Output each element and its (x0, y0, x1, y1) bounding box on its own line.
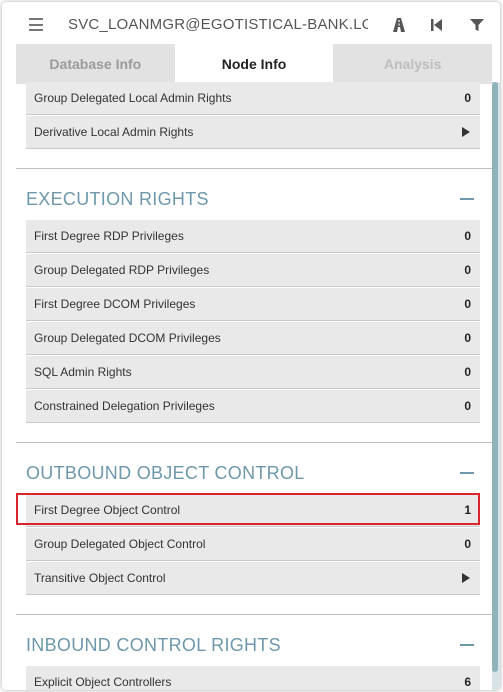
node-info-panel: SVC_LOANMGR@EGOTISTICAL-BANK.LOCA Databa… (2, 2, 500, 690)
tab-analysis[interactable]: Analysis (333, 44, 492, 84)
section-divider (16, 614, 492, 615)
list-item[interactable]: SQL Admin Rights 0 (26, 356, 480, 389)
row-label: Transitive Object Control (34, 571, 166, 585)
node-title: SVC_LOANMGR@EGOTISTICAL-BANK.LOCA (68, 16, 368, 33)
row-label: Group Delegated DCOM Privileges (34, 331, 221, 345)
list-item[interactable]: Derivative Local Admin Rights (26, 116, 480, 149)
list-item[interactable]: Constrained Delegation Privileges 0 (26, 390, 480, 423)
row-value: 0 (464, 399, 471, 413)
row-label: Constrained Delegation Privileges (34, 399, 215, 413)
section-divider (16, 168, 492, 169)
section-title-outbound-object-control[interactable]: OUTBOUND OBJECT CONTROL (26, 463, 305, 484)
row-label: Explicit Object Controllers (34, 675, 172, 689)
collapse-icon[interactable] (460, 198, 474, 200)
row-label: Group Delegated RDP Privileges (34, 263, 210, 277)
row-value: 0 (464, 365, 471, 379)
header: SVC_LOANMGR@EGOTISTICAL-BANK.LOCA (16, 2, 492, 48)
list-item[interactable]: Group Delegated Object Control 0 (26, 528, 480, 561)
section-divider (16, 442, 492, 443)
scrollbar-thumb[interactable] (492, 82, 498, 672)
filter-icon[interactable] (468, 16, 486, 34)
tab-bar: Database Info Node Info Analysis (16, 44, 492, 84)
list-item[interactable]: Explicit Object Controllers 6 (26, 666, 480, 690)
row-value: 0 (464, 331, 471, 345)
panel-body: SVC_LOANMGR@EGOTISTICAL-BANK.LOCA Databa… (16, 2, 492, 690)
row-value: 0 (464, 229, 471, 243)
expand-arrow-icon[interactable] (462, 127, 470, 137)
list-item[interactable]: Group Delegated Local Admin Rights 0 (26, 82, 480, 115)
row-label: Group Delegated Local Admin Rights (34, 91, 232, 105)
list-item[interactable]: Transitive Object Control (26, 562, 480, 595)
row-value: 0 (464, 537, 471, 551)
collapse-icon[interactable] (460, 644, 474, 646)
row-value: 6 (464, 675, 471, 689)
expand-arrow-icon[interactable] (462, 573, 470, 583)
tab-node-info[interactable]: Node Info (174, 44, 334, 84)
highlight-box (16, 493, 480, 525)
list-item[interactable]: Group Delegated RDP Privileges 0 (26, 254, 480, 287)
list-item[interactable]: First Degree RDP Privileges 0 (26, 220, 480, 253)
list-item[interactable]: First Degree DCOM Privileges 0 (26, 288, 480, 321)
row-label: First Degree RDP Privileges (34, 229, 184, 243)
row-label: SQL Admin Rights (34, 365, 132, 379)
tab-database-info[interactable]: Database Info (16, 44, 175, 84)
row-label: Derivative Local Admin Rights (34, 125, 194, 139)
section-title-inbound-control-rights[interactable]: INBOUND CONTROL RIGHTS (26, 635, 281, 656)
row-label: First Degree DCOM Privileges (34, 297, 196, 311)
row-label: Group Delegated Object Control (34, 537, 206, 551)
path-icon[interactable] (390, 16, 408, 34)
collapse-icon[interactable] (460, 472, 474, 474)
row-value: 0 (464, 297, 471, 311)
row-value: 0 (464, 263, 471, 277)
back-icon[interactable] (428, 16, 446, 34)
row-value: 0 (464, 91, 471, 105)
section-title-execution-rights[interactable]: EXECUTION RIGHTS (26, 189, 209, 210)
menu-icon[interactable] (29, 18, 43, 31)
list-item[interactable]: Group Delegated DCOM Privileges 0 (26, 322, 480, 355)
